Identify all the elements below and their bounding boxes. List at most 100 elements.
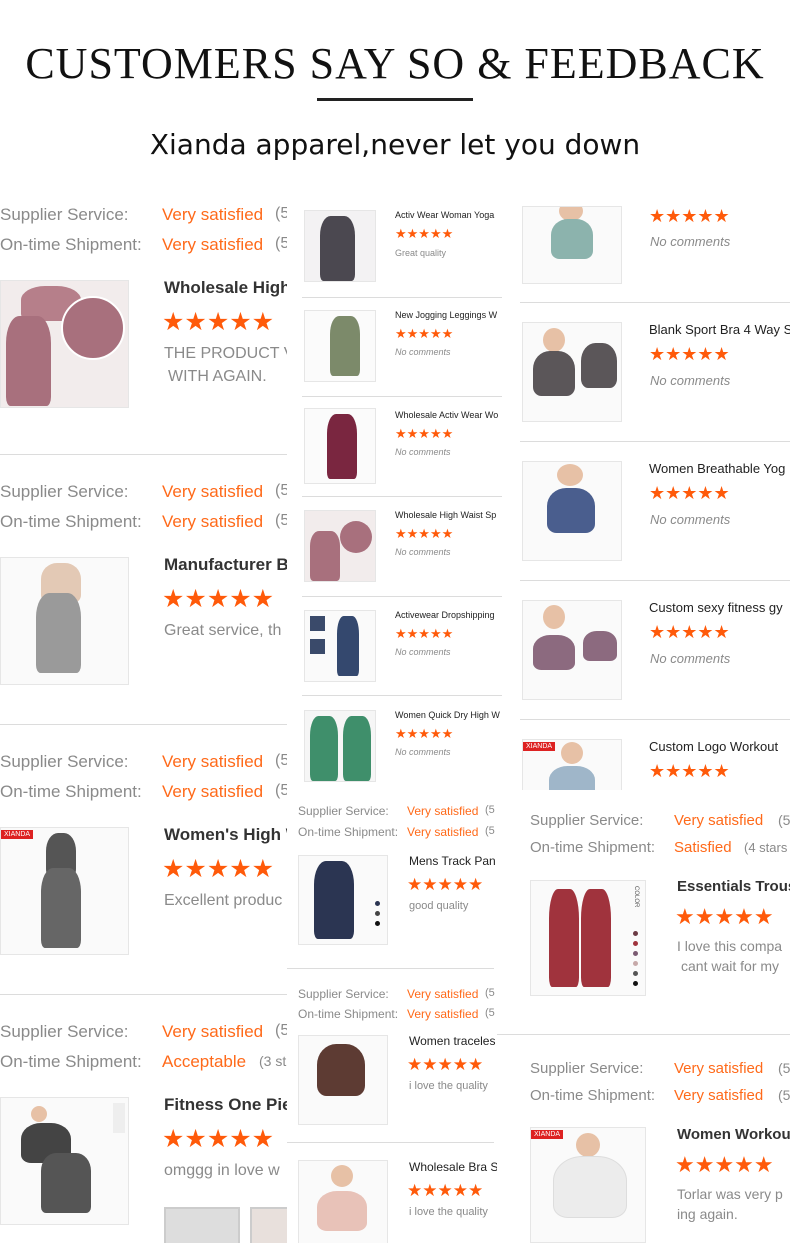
list-item: Blank Sport Bra 4 Way S ★★★★★ No comment… xyxy=(520,310,790,440)
rating-stars: ★★★★★ xyxy=(675,904,774,929)
page-subtitle: Xianda apparel,never let you down xyxy=(149,128,641,161)
product-name[interactable]: Wholesale Bra S xyxy=(409,1160,497,1174)
rating-stars: ★★★★★ xyxy=(649,483,730,503)
brand-logo: XIANDA xyxy=(1,830,34,839)
product-image[interactable] xyxy=(522,206,622,284)
product-image[interactable] xyxy=(0,1097,129,1225)
shipment-label: On-time Shipment: xyxy=(298,825,399,839)
divider xyxy=(520,302,790,303)
review-card: Supplier Service: Very satisfied (5 On-t… xyxy=(287,975,497,1140)
product-title[interactable]: Activ Wear Woman Yoga xyxy=(395,210,494,220)
product-name[interactable]: Wholesale High xyxy=(164,278,287,298)
shipment-value: Very satisfied xyxy=(162,235,264,254)
supplier-service-label: Supplier Service: xyxy=(298,804,389,818)
review-comment: good quality xyxy=(409,900,469,912)
product-image[interactable] xyxy=(304,610,376,682)
product-image[interactable] xyxy=(304,210,376,282)
rating-stars: ★★★★★ xyxy=(162,585,275,613)
shipment-count: (5 xyxy=(485,1007,495,1019)
shipment-label: On-time Shipment: xyxy=(0,1052,142,1071)
middle-feedback-list: Activ Wear Woman Yoga ★★★★★ Great qualit… xyxy=(302,200,502,790)
rating-stars: ★★★★★ xyxy=(395,626,454,641)
comment: Great quality xyxy=(395,248,447,258)
review-comment: Excellent produc xyxy=(164,892,283,909)
review-card: Supplier Service: Very satisfied (5 On-t… xyxy=(287,790,497,965)
product-image[interactable] xyxy=(304,408,376,484)
review-comment: THE PRODUCT V xyxy=(164,345,287,362)
product-image[interactable]: XIANDA xyxy=(522,739,622,790)
rating-stars: ★★★★★ xyxy=(649,761,730,781)
product-image[interactable] xyxy=(522,322,622,422)
divider xyxy=(302,396,502,397)
supplier-service-label: Supplier Service: xyxy=(0,1022,129,1041)
product-name[interactable]: Mens Track Pan xyxy=(409,854,496,868)
rating-stars: ★★★★★ xyxy=(649,344,730,364)
product-image[interactable] xyxy=(0,557,129,685)
shipment-value: Very satisfied xyxy=(162,512,264,531)
product-image[interactable] xyxy=(298,855,388,945)
shipment-value: Acceptable xyxy=(162,1052,247,1071)
shipment-count: (5 xyxy=(485,825,495,837)
divider xyxy=(302,596,502,597)
shipment-label: On-time Shipment: xyxy=(0,235,142,254)
product-name[interactable]: Women Workout xyxy=(677,1126,790,1143)
brand-logo: XIANDA xyxy=(531,1130,564,1139)
product-name[interactable]: Women traceles xyxy=(409,1034,495,1048)
comment: No comments xyxy=(650,512,731,527)
review-card: Supplier Service: Very satisfied (5 On-t… xyxy=(497,1050,790,1243)
comment: No comments xyxy=(395,747,451,757)
product-image[interactable] xyxy=(304,310,376,382)
product-name[interactable]: Manufacturer Bu xyxy=(164,555,287,575)
shipment-count: (3 st xyxy=(259,1053,287,1069)
product-image[interactable] xyxy=(298,1160,388,1243)
supplier-service-count: (5 xyxy=(778,812,790,828)
left-review-column: Supplier Service: Very satisfied (5 On-t… xyxy=(0,195,287,1243)
color-tag: COLOR xyxy=(633,886,639,908)
supplier-service-label: Supplier Service: xyxy=(0,482,129,501)
product-title[interactable]: New Jogging Leggings W xyxy=(395,310,497,320)
product-title[interactable]: Wholesale High Waist Sp xyxy=(395,510,496,520)
comment: No comments xyxy=(395,447,451,457)
product-image[interactable]: COLOR xyxy=(530,880,646,996)
product-image[interactable] xyxy=(304,510,376,582)
shipment-value: Very satisfied xyxy=(674,1087,764,1104)
list-item: New Jogging Leggings W ★★★★★ No comments xyxy=(302,300,502,395)
product-image[interactable]: XIANDA xyxy=(530,1127,646,1243)
product-title[interactable]: Activewear Dropshipping xyxy=(395,610,495,620)
comment: No comments xyxy=(650,373,731,388)
product-image[interactable] xyxy=(0,280,129,408)
product-title[interactable]: Women Quick Dry High W xyxy=(395,710,500,720)
rating-stars: ★★★★★ xyxy=(162,1125,275,1153)
supplier-service-value: Very satisfied xyxy=(162,205,264,224)
product-name[interactable]: Essentials Trous xyxy=(677,878,790,895)
product-image[interactable]: XIANDA xyxy=(0,827,129,955)
product-title[interactable]: Custom sexy fitness gy xyxy=(649,600,783,615)
shipment-label: On-time Shipment: xyxy=(0,782,142,801)
product-title[interactable]: Blank Sport Bra 4 Way S xyxy=(649,322,790,337)
product-title[interactable]: Women Breathable Yog xyxy=(649,461,785,476)
comment: No comments xyxy=(395,547,451,557)
product-image[interactable] xyxy=(304,710,376,782)
rating-stars: ★★★★★ xyxy=(407,1055,484,1074)
supplier-service-label: Supplier Service: xyxy=(530,812,644,829)
review-comment: i love the quality xyxy=(409,1206,488,1218)
supplier-service-value: Very satisfied xyxy=(407,987,479,1001)
comment: No comments xyxy=(650,234,731,249)
review-comment: i love the quality xyxy=(409,1080,488,1092)
product-image[interactable] xyxy=(298,1035,388,1125)
review-comment-continued: WITH AGAIN. xyxy=(168,368,267,385)
supplier-service-value: Very satisfied xyxy=(674,812,764,829)
comment: No comments xyxy=(650,651,731,666)
middle-review-column: Supplier Service: Very satisfied (5 On-t… xyxy=(287,790,497,1243)
product-name[interactable]: Women's High W xyxy=(164,825,287,845)
review-photo-thumbnail[interactable] xyxy=(164,1207,240,1243)
product-title[interactable]: Custom Logo Workout xyxy=(649,739,778,754)
review-photo-thumbnail[interactable] xyxy=(250,1207,287,1243)
product-image[interactable] xyxy=(522,461,622,561)
product-image[interactable] xyxy=(522,600,622,700)
product-title[interactable]: Wholesale Activ Wear Wo xyxy=(395,410,498,420)
product-name[interactable]: Fitness One Pie xyxy=(164,1095,287,1115)
comment: No comments xyxy=(395,347,451,357)
supplier-service-label: Supplier Service: xyxy=(0,752,129,771)
supplier-service-label: Supplier Service: xyxy=(298,987,389,1001)
